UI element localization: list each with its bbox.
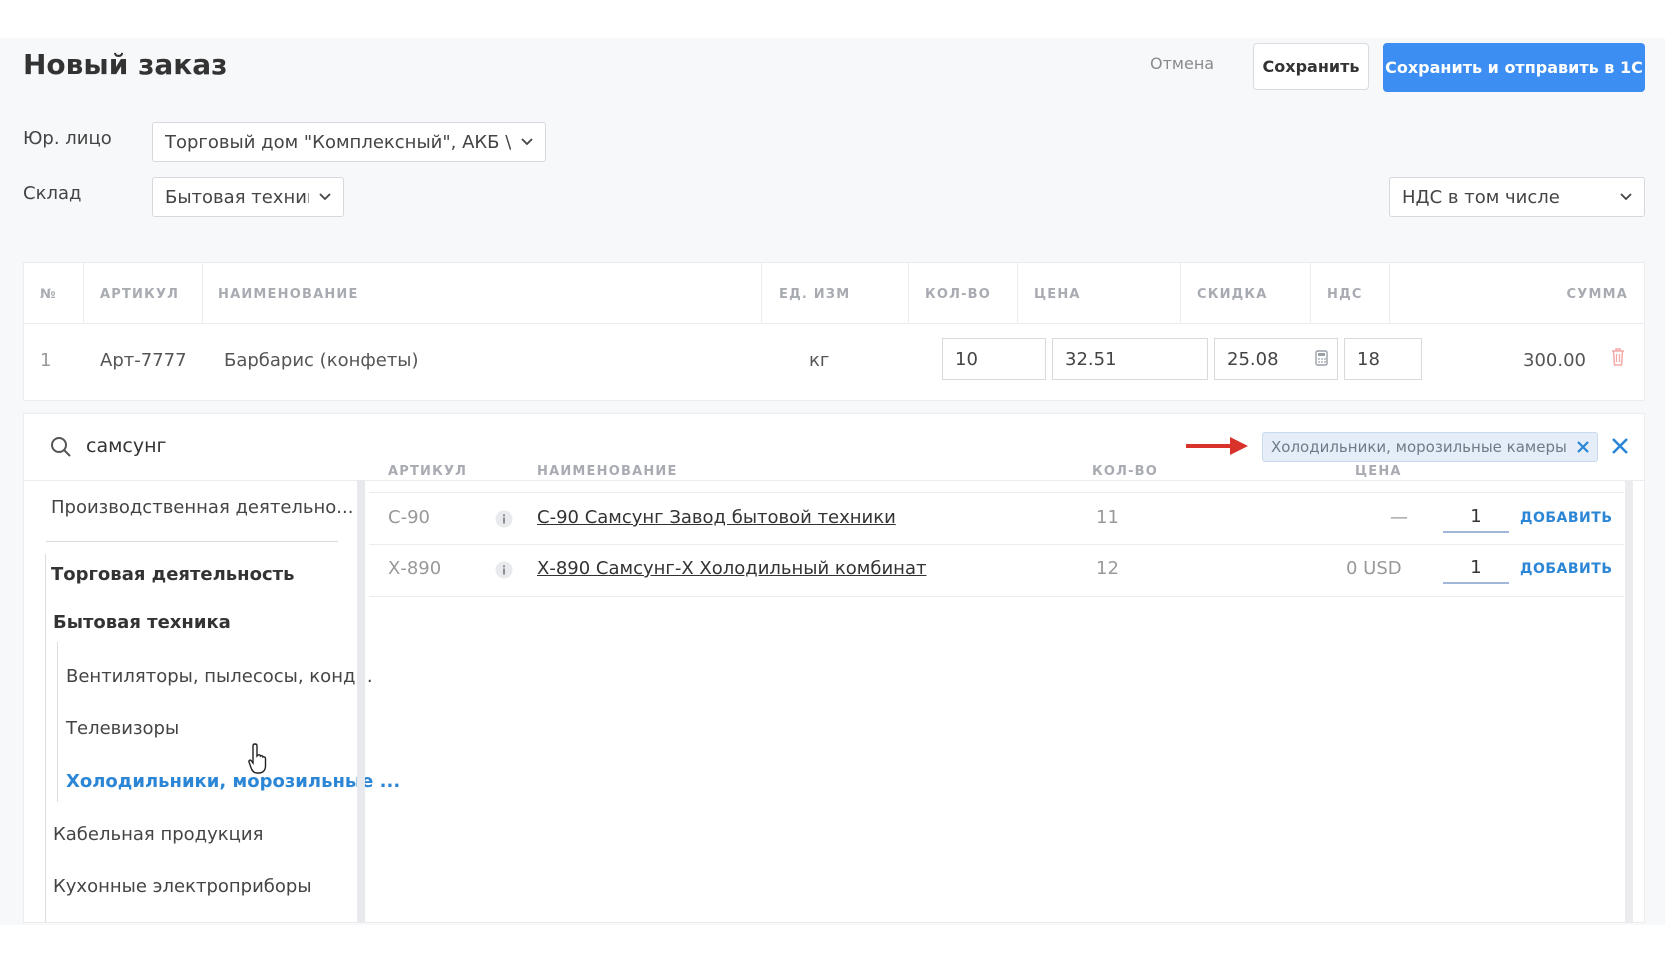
category-kitchen[interactable]: Кухонные электроприборы: [53, 876, 312, 897]
result-price: —: [1390, 507, 1408, 528]
result-price: 0 USD: [1346, 558, 1402, 579]
result-article: Х-890: [388, 558, 442, 579]
results-header-article: АРТИКУЛ: [388, 464, 468, 479]
warehouse-select[interactable]: Бытовая техника: [152, 177, 344, 217]
cancel-button[interactable]: Отмена: [1150, 54, 1214, 73]
result-article: С-90: [388, 507, 430, 528]
column-divider: [83, 263, 84, 323]
col-header-discount: СКИДКА: [1197, 287, 1268, 302]
vat-mode-value: НДС в том числе: [1402, 186, 1560, 208]
results-scrollbar[interactable]: [1625, 480, 1633, 922]
trash-icon[interactable]: [1610, 347, 1626, 367]
results-header-price: ЦЕНА: [1355, 464, 1402, 479]
result-qty-input[interactable]: 1: [1443, 554, 1509, 584]
category-cables[interactable]: Кабельная продукция: [53, 824, 263, 845]
chevron-down-icon: [521, 138, 533, 146]
legal-entity-value: Торговый дом "Комплексный", АКБ \"В...: [165, 131, 511, 153]
col-header-name: НАИМЕНОВАНИЕ: [218, 287, 359, 302]
close-icon[interactable]: [1575, 439, 1591, 455]
column-divider: [908, 263, 909, 323]
col-header-sum: СУММА: [1566, 287, 1628, 302]
category-filter-chip[interactable]: Холодильники, морозильные камеры: [1262, 432, 1598, 462]
chevron-down-icon: [1620, 193, 1632, 201]
vat-input[interactable]: 18: [1344, 338, 1422, 380]
warehouse-label: Склад: [23, 183, 82, 204]
col-header-unit: ЕД. ИЗМ: [779, 287, 851, 302]
discount-value: 25.08: [1227, 348, 1279, 370]
tree-line: [57, 642, 58, 802]
info-icon[interactable]: [495, 510, 513, 528]
result-name-link[interactable]: С-90 Самсунг Завод бытовой техники: [537, 507, 896, 528]
qty-input[interactable]: 10: [942, 338, 1046, 380]
order-table: № АРТИКУЛ НАИМЕНОВАНИЕ ЕД. ИЗМ КОЛ-ВО ЦЕ…: [23, 262, 1645, 401]
sidebar-scrollbar[interactable]: [357, 480, 365, 922]
column-divider: [1017, 263, 1018, 323]
discount-input[interactable]: 25.08: [1214, 338, 1338, 380]
results-header-stock: КОЛ-ВО: [1092, 464, 1159, 479]
warehouse-value: Бытовая техника: [165, 186, 309, 208]
row-article: Арт-7777: [100, 350, 187, 371]
filter-chip-label: Холодильники, морозильные камеры: [1271, 438, 1567, 456]
sidebar-divider: [46, 541, 338, 542]
column-divider: [202, 263, 203, 323]
chevron-down-icon: [319, 193, 331, 201]
category-production[interactable]: Производственная деятельно...: [51, 497, 353, 518]
product-search-panel: самсунг Холодильники, морозильные камеры…: [23, 413, 1645, 923]
col-header-num: №: [40, 287, 57, 302]
result-stock: 12: [1096, 558, 1119, 579]
row-sum: 300.00: [1523, 350, 1586, 371]
col-header-qty: КОЛ-ВО: [925, 287, 992, 302]
result-qty-input[interactable]: 1: [1443, 503, 1509, 533]
column-divider: [1310, 263, 1311, 323]
category-trade[interactable]: Торговая деятельность: [51, 564, 294, 585]
col-header-article: АРТИКУЛ: [100, 287, 180, 302]
col-header-vat: НДС: [1327, 287, 1363, 302]
row-unit: кг: [809, 350, 830, 371]
add-button[interactable]: ДОБАВИТЬ: [1520, 510, 1612, 526]
category-appliances[interactable]: Бытовая техника: [53, 612, 231, 633]
price-input[interactable]: 32.51: [1052, 338, 1208, 380]
result-row-divider: [369, 596, 1624, 597]
search-input[interactable]: самсунг: [86, 435, 167, 457]
result-name-link[interactable]: Х-890 Самсунг-Х Холодильный комбинат: [537, 558, 926, 579]
arrow-right-icon: [1186, 437, 1248, 455]
header-divider: [24, 323, 1644, 324]
category-sidebar: [24, 480, 359, 922]
row-number: 1: [40, 350, 52, 371]
vat-mode-select[interactable]: НДС в том числе: [1389, 177, 1645, 217]
row-name: Барбарис (конфеты): [224, 350, 419, 371]
column-divider: [761, 263, 762, 323]
column-divider: [1389, 263, 1390, 323]
legal-entity-label: Юр. лицо: [23, 128, 112, 149]
search-icon: [51, 437, 71, 457]
results-header-divider: [369, 492, 1624, 493]
tree-line: [45, 554, 46, 922]
page-title: Новый заказ: [23, 48, 228, 81]
results-header-name: НАИМЕНОВАНИЕ: [537, 464, 678, 479]
legal-entity-select[interactable]: Торговый дом "Комплексный", АКБ \"В...: [152, 122, 546, 162]
category-fridges[interactable]: Холодильники, морозильные ...: [66, 771, 400, 792]
add-button[interactable]: ДОБАВИТЬ: [1520, 561, 1612, 577]
result-stock: 11: [1096, 507, 1119, 528]
category-fans[interactable]: Вентиляторы, пылесосы, конд...: [66, 666, 373, 687]
info-icon[interactable]: [495, 561, 513, 579]
result-row-divider: [369, 544, 1624, 545]
column-divider: [1180, 263, 1181, 323]
cursor-hand-icon: [248, 743, 267, 774]
close-icon[interactable]: [1609, 435, 1631, 457]
category-tv[interactable]: Телевизоры: [66, 718, 179, 739]
save-and-send-button[interactable]: Сохранить и отправить в 1С: [1383, 43, 1645, 92]
calculator-icon[interactable]: [1313, 350, 1329, 368]
save-button[interactable]: Сохранить: [1253, 43, 1369, 90]
col-header-price: ЦЕНА: [1034, 287, 1081, 302]
